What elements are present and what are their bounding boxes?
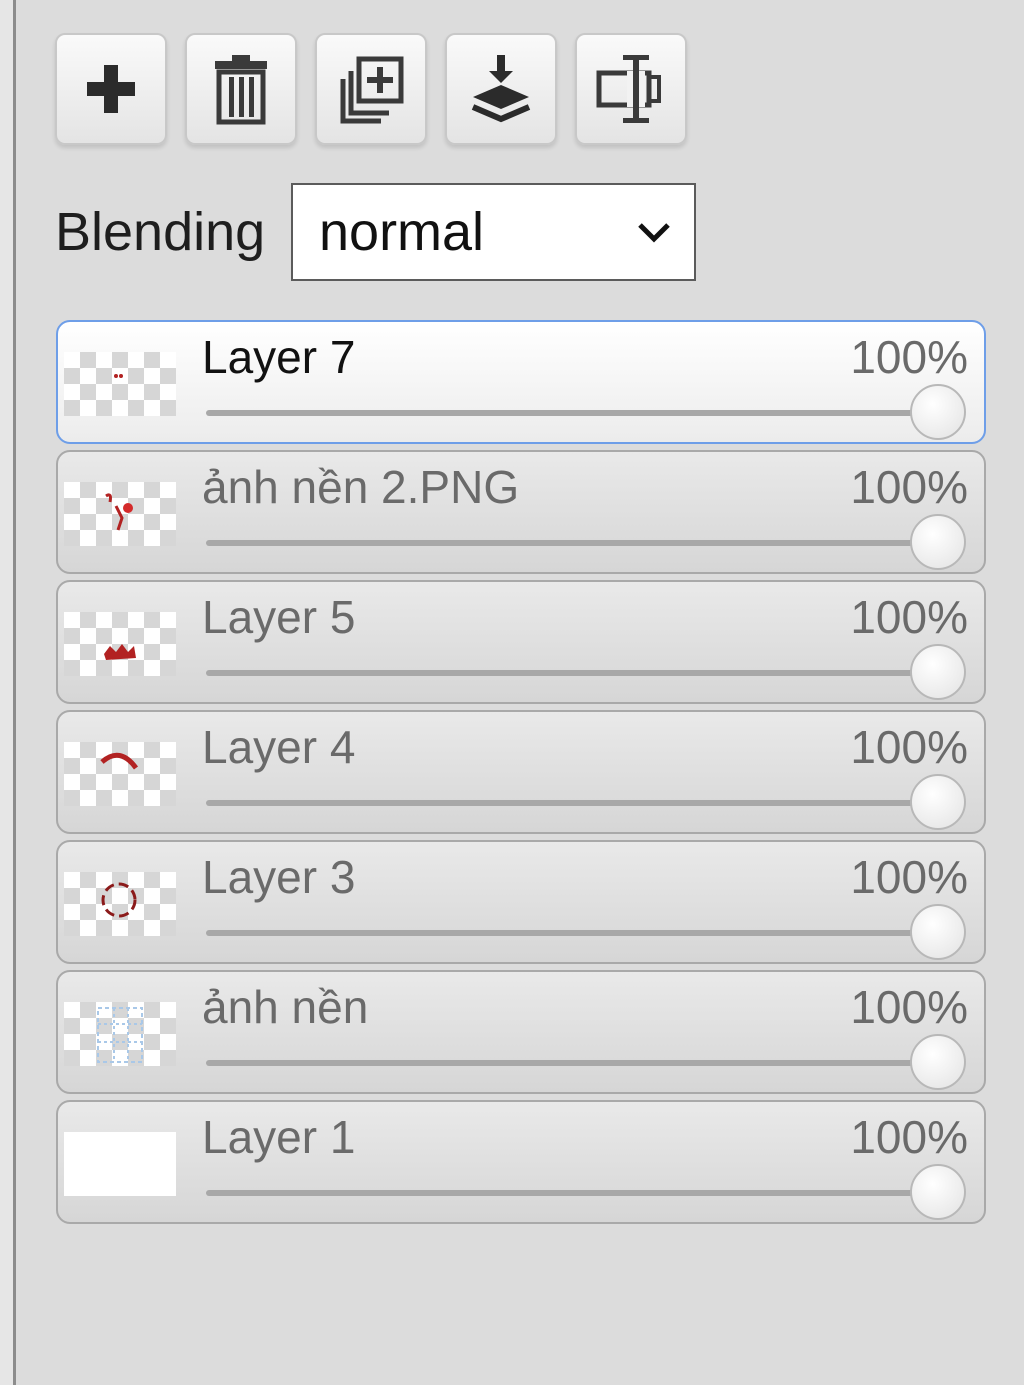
layer-opacity-value: 100% — [850, 591, 968, 643]
layer-thumbnail — [64, 352, 176, 416]
opacity-slider-track[interactable] — [206, 410, 938, 416]
layer-thumbnail — [64, 1002, 176, 1066]
layer-list: Layer 7 100% ảnh nền 2.PNG 100% Layer 5 … — [56, 320, 986, 1230]
rename-layer-button[interactable] — [575, 33, 687, 145]
opacity-slider-track[interactable] — [206, 540, 938, 546]
opacity-slider-track[interactable] — [206, 800, 938, 806]
opacity-slider-track[interactable] — [206, 1060, 938, 1066]
opacity-slider-handle[interactable] — [910, 904, 966, 960]
duplicate-layer-button[interactable] — [315, 33, 427, 145]
opacity-slider-handle[interactable] — [910, 1034, 966, 1090]
opacity-slider-track[interactable] — [206, 1190, 938, 1196]
opacity-slider-track[interactable] — [206, 670, 938, 676]
layer-name: Layer 7 — [202, 331, 356, 383]
layer-name: ảnh nền — [202, 981, 369, 1033]
layer-thumbnail — [64, 742, 176, 806]
layer-item[interactable]: Layer 7 100% — [56, 320, 986, 444]
merge-down-button[interactable] — [445, 33, 557, 145]
opacity-slider-handle[interactable] — [910, 514, 966, 570]
blending-label: Blending — [55, 202, 266, 262]
opacity-slider-handle[interactable] — [910, 384, 966, 440]
blending-select-value: normal — [319, 202, 485, 262]
chevron-down-icon — [638, 223, 670, 243]
layer-name: Layer 1 — [202, 1111, 356, 1163]
layer-name: Layer 4 — [202, 721, 356, 773]
layer-item[interactable]: Layer 1 100% — [56, 1100, 986, 1224]
layer-item[interactable]: Layer 4 100% — [56, 710, 986, 834]
layer-name: Layer 5 — [202, 591, 356, 643]
opacity-slider-handle[interactable] — [910, 1164, 966, 1220]
add-layer-button[interactable] — [55, 33, 167, 145]
layer-opacity-value: 100% — [850, 851, 968, 903]
rename-icon — [596, 55, 661, 123]
layer-name: Layer 3 — [202, 851, 356, 903]
plus-icon — [87, 65, 135, 113]
layer-item[interactable]: Layer 5 100% — [56, 580, 986, 704]
duplicate-icon — [340, 56, 404, 124]
layer-thumbnail — [64, 872, 176, 936]
merge-down-icon — [471, 55, 531, 123]
layer-toolbar — [55, 33, 687, 145]
blending-row: Blending normal — [55, 183, 696, 281]
layer-thumbnail — [64, 482, 176, 546]
layer-thumbnail — [64, 612, 176, 676]
layer-opacity-value: 100% — [850, 981, 968, 1033]
layer-item[interactable]: ảnh nền 100% — [56, 970, 986, 1094]
layer-opacity-value: 100% — [850, 1111, 968, 1163]
layer-thumbnail — [64, 1132, 176, 1196]
layer-item[interactable]: ảnh nền 2.PNG 100% — [56, 450, 986, 574]
layer-opacity-value: 100% — [850, 461, 968, 513]
delete-layer-button[interactable] — [185, 33, 297, 145]
layer-name: ảnh nền 2.PNG — [202, 461, 520, 513]
opacity-slider-handle[interactable] — [910, 774, 966, 830]
layer-opacity-value: 100% — [850, 721, 968, 773]
blending-select[interactable]: normal — [291, 183, 696, 281]
layer-opacity-value: 100% — [850, 331, 968, 383]
panel-left-border — [0, 0, 16, 1385]
layer-item[interactable]: Layer 3 100% — [56, 840, 986, 964]
trash-icon — [215, 55, 267, 125]
opacity-slider-handle[interactable] — [910, 644, 966, 700]
opacity-slider-track[interactable] — [206, 930, 938, 936]
